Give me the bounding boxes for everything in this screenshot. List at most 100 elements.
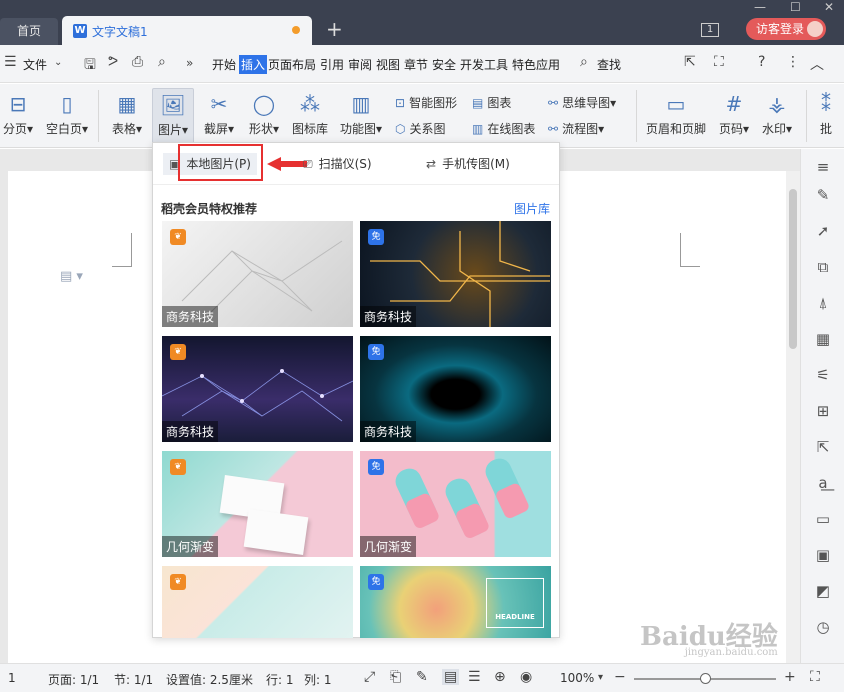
menu-reference[interactable]: 引用 <box>320 56 344 73</box>
share-icon[interactable]: ⇱ <box>813 437 833 457</box>
more-quick-icon[interactable]: » <box>186 56 193 70</box>
shape-button[interactable]: ◯ 形状▾ <box>245 92 283 137</box>
scrollbar-thumb[interactable] <box>789 189 797 349</box>
fullscreen-icon[interactable]: ⤢ <box>364 669 375 685</box>
menu-special[interactable]: 特色应用 <box>512 56 560 73</box>
sync-icon[interactable]: ⛶ <box>714 54 724 70</box>
pen-icon[interactable]: ✎ <box>813 185 833 205</box>
function-chart-button[interactable]: ▥ 功能图▾ <box>337 92 385 137</box>
avatar <box>807 21 823 37</box>
menu-developer[interactable]: 开发工具 <box>460 56 508 73</box>
menu-view[interactable]: 视图 <box>376 56 400 73</box>
menu-insert[interactable]: 插入 <box>239 55 268 74</box>
collapse-ribbon-icon[interactable]: ︿ <box>810 54 824 74</box>
picture-card[interactable]: 免 商务科技 <box>360 221 551 327</box>
zoom-level[interactable]: 100% <box>560 671 594 685</box>
zoom-dropdown-icon[interactable]: ▾ <box>598 672 603 683</box>
picture-card[interactable]: ❦ 商务科技 <box>162 336 353 442</box>
adjust-icon[interactable]: ⚟ <box>813 365 833 385</box>
flowchart-button[interactable]: ⚯ 流程图▾ <box>548 120 604 137</box>
section-status[interactable]: 节: 1/1 <box>114 671 153 688</box>
print-preview-icon[interactable]: ⌕ <box>158 54 166 70</box>
picture-card[interactable]: ❦ 商务科技 <box>162 221 353 327</box>
eye-protect-icon[interactable]: ◉ <box>520 669 532 685</box>
col-status[interactable]: 列: 1 <box>304 671 332 688</box>
help-icon[interactable]: ? <box>758 54 765 70</box>
paragraph-layout-icon[interactable]: ▤ ▾ <box>60 269 83 284</box>
gallery-icon[interactable]: ◩ <box>813 581 833 601</box>
scanner-item[interactable]: ⎚ 扫描仪(S) <box>303 153 372 175</box>
watermark-button[interactable]: ⚶ 水印▾ <box>758 92 796 137</box>
highlight-box <box>178 144 263 181</box>
history-icon[interactable]: ◷ <box>813 617 833 637</box>
cursor-icon[interactable]: ➚ <box>813 221 833 241</box>
print-icon[interactable]: ⎙ <box>132 54 143 70</box>
smart-shape-button[interactable]: ⊡ 智能图形 <box>395 94 457 111</box>
zoom-slider-knob[interactable] <box>700 673 711 684</box>
image-icon[interactable]: ▣ <box>813 545 833 565</box>
picture-search-icon[interactable]: ⊞ <box>813 401 833 421</box>
menu-security[interactable]: 安全 <box>432 56 456 73</box>
picture-card[interactable]: HEADLINE 免 <box>360 566 551 638</box>
blank-page-button[interactable]: ▯ 空白页▾ <box>44 92 90 137</box>
maximize-icon[interactable]: ☐ <box>790 0 801 14</box>
pages-status[interactable]: 页面: 1/1 <box>48 671 99 688</box>
guest-login-button[interactable]: 访客登录 <box>746 18 826 40</box>
phone-transfer-item[interactable]: ⇄ 手机传图(M) <box>426 153 510 175</box>
menu-file[interactable]: 文件 <box>23 56 47 73</box>
page-number-button[interactable]: # 页码▾ <box>714 92 754 137</box>
picture-card[interactable]: 免 几何渐变 <box>360 451 551 557</box>
menu-start[interactable]: 开始 <box>212 56 236 73</box>
vertical-scrollbar[interactable] <box>786 171 800 663</box>
tab-home[interactable]: 首页 <box>0 18 58 45</box>
web-view-icon[interactable]: ⊕ <box>494 669 506 685</box>
read-mode-icon[interactable]: ⎗ <box>390 669 401 685</box>
menu-review[interactable]: 审阅 <box>348 56 372 73</box>
row-status[interactable]: 行: 1 <box>266 671 294 688</box>
new-tab-button[interactable]: + <box>326 19 343 39</box>
header-footer-button[interactable]: ▭ 页眉和页脚 <box>644 92 708 137</box>
picture-library-link[interactable]: 图片库 <box>514 200 550 217</box>
page-view-icon[interactable]: ▤ <box>442 669 460 685</box>
edit-mode-icon[interactable]: ✎ <box>416 669 428 685</box>
hamburger-icon[interactable]: ☰ <box>4 54 17 70</box>
more-icon[interactable]: ⋮ <box>786 54 800 70</box>
online-chart-button[interactable]: ▥ 在线图表 <box>472 120 535 137</box>
zoom-in-icon[interactable]: + <box>784 669 796 685</box>
shapes-icon[interactable]: ⧉ <box>813 257 833 277</box>
menu-chapter[interactable]: 章节 <box>404 56 428 73</box>
close-icon[interactable]: ✕ <box>824 0 834 14</box>
screenshot-button[interactable]: ✂ 截屏▾ <box>200 92 238 137</box>
picture-button[interactable]: 🖼 图片▾ <box>152 88 194 144</box>
setting-status[interactable]: 设置值: 2.5厘米 <box>166 671 253 688</box>
table-button[interactable]: ▦ 表格▾ <box>108 92 146 137</box>
picture-card[interactable]: ❦ 几何渐变 <box>162 451 353 557</box>
zoom-slider[interactable] <box>634 673 776 684</box>
icon-library-button[interactable]: ⁂ 图标库 <box>290 92 330 137</box>
minimize-icon[interactable]: — <box>754 0 766 14</box>
share-icon[interactable]: ⇱ <box>684 54 696 70</box>
translate-icon[interactable]: a͟ <box>813 473 833 493</box>
save-icon[interactable]: 🖫 <box>84 54 96 78</box>
chevron-down-icon[interactable]: ⌄ <box>54 57 62 68</box>
format-painter-icon[interactable]: ᕗ <box>108 54 118 70</box>
search-icon[interactable]: ⌕ <box>580 54 588 70</box>
relation-chart-button[interactable]: ⬡ 关系图 <box>395 120 446 137</box>
menu-page-layout[interactable]: 页面布局 <box>268 56 316 73</box>
picture-card[interactable]: ❦ <box>162 566 353 638</box>
zoom-out-icon[interactable]: − <box>614 669 626 685</box>
chart-button[interactable]: ▤ 图表 <box>472 94 511 111</box>
outline-view-icon[interactable]: ☰ <box>468 669 481 685</box>
table-icon[interactable]: ▦ <box>813 329 833 349</box>
tab-document[interactable]: W 文字文稿1 <box>62 16 312 45</box>
fit-page-icon[interactable]: ⛶ <box>810 669 820 685</box>
sidebar-toggle-icon[interactable]: ≡ <box>813 157 833 177</box>
mindmap-button[interactable]: ⚯ 思维导图▾ <box>548 94 616 111</box>
picture-card[interactable]: 免 商务科技 <box>360 336 551 442</box>
menu-search[interactable]: 查找 <box>597 56 621 73</box>
box-icon[interactable]: ▭ <box>813 509 833 529</box>
more-ribbon-button[interactable]: ⁑ 批 <box>812 92 840 137</box>
page-break-button[interactable]: ⊟ 分页▾ <box>0 92 36 137</box>
window-count-badge[interactable]: 1 <box>701 23 719 37</box>
style-icon[interactable]: ⍋ <box>813 293 833 313</box>
